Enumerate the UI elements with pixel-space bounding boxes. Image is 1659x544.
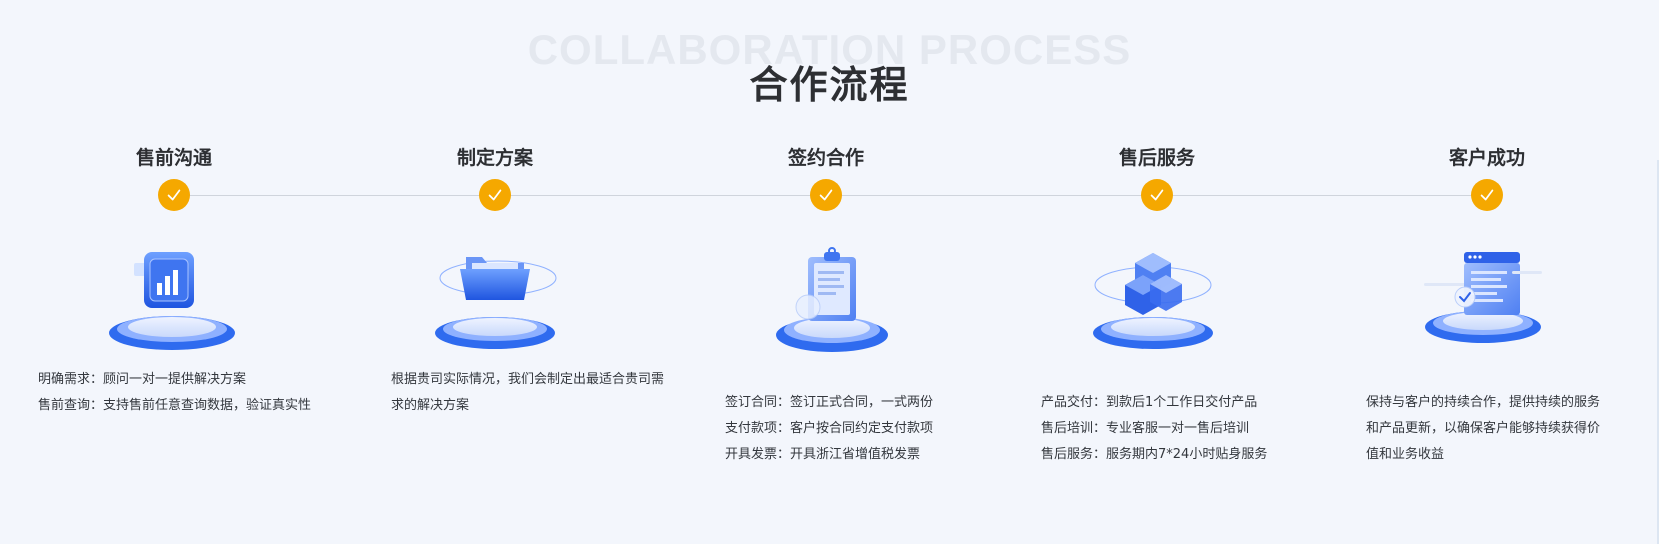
description-line: 售后服务：服务期内7*24小时贴身服务 (1041, 447, 1268, 462)
folder-icon (420, 245, 570, 360)
clipboard-icon (757, 245, 907, 360)
document-check-icon (1408, 245, 1558, 360)
description-line: 开具发票：开具浙江省增值税发票 (725, 447, 921, 462)
description-line: 售前查询：支持售前任意查询数据，验证真实性 (38, 398, 312, 413)
description-line: 明确需求：顾问一对一提供解决方案 (38, 372, 247, 387)
description-line: 和产品更新，以确保客户能够持续获得价 (1366, 421, 1601, 436)
check-icon (158, 179, 190, 211)
step-title: 制定方案 (456, 147, 533, 169)
page-title: 合作流程 (749, 63, 910, 107)
description-line: 签订合同：签订正式合同，一式两份 (725, 395, 934, 410)
description-line: 售后培训：专业客服一对一售后培训 (1041, 421, 1250, 436)
step-description: 根据贵司实际情况，我们会制定出最适合贵司需 求的解决方案 (391, 367, 664, 419)
description-line: 值和业务收益 (1366, 447, 1445, 462)
cubes-icon (1078, 245, 1228, 360)
step-title: 签约合作 (787, 147, 864, 169)
check-icon (810, 179, 842, 211)
bar-chart-icon (97, 245, 247, 360)
description-line: 产品交付：到款后1个工作日交付产品 (1041, 395, 1258, 410)
step-description: 产品交付：到款后1个工作日交付产品 售后培训：专业客服一对一售后培训 售后服务：… (1041, 390, 1267, 468)
step-description: 签订合同：签订正式合同，一式两份 支付款项：客户按合同约定支付款项 开具发票：开… (725, 390, 933, 468)
check-icon (1141, 179, 1173, 211)
check-icon (1471, 179, 1503, 211)
check-icon (479, 179, 511, 211)
description-line: 根据贵司实际情况，我们会制定出最适合贵司需 (391, 372, 665, 387)
description-line: 保持与客户的持续合作，提供持续的服务 (1366, 395, 1601, 410)
step-description: 明确需求：顾问一对一提供解决方案 售前查询：支持售前任意查询数据，验证真实性 (38, 367, 311, 419)
step-description: 保持与客户的持续合作，提供持续的服务 和产品更新，以确保客户能够持续获得价 值和… (1366, 390, 1600, 468)
step-title: 客户成功 (1448, 147, 1525, 169)
description-line: 支付款项：客户按合同约定支付款项 (725, 421, 934, 436)
step-title: 售后服务 (1118, 147, 1195, 169)
step-title: 售前沟通 (135, 147, 212, 169)
description-line: 求的解决方案 (391, 398, 470, 413)
